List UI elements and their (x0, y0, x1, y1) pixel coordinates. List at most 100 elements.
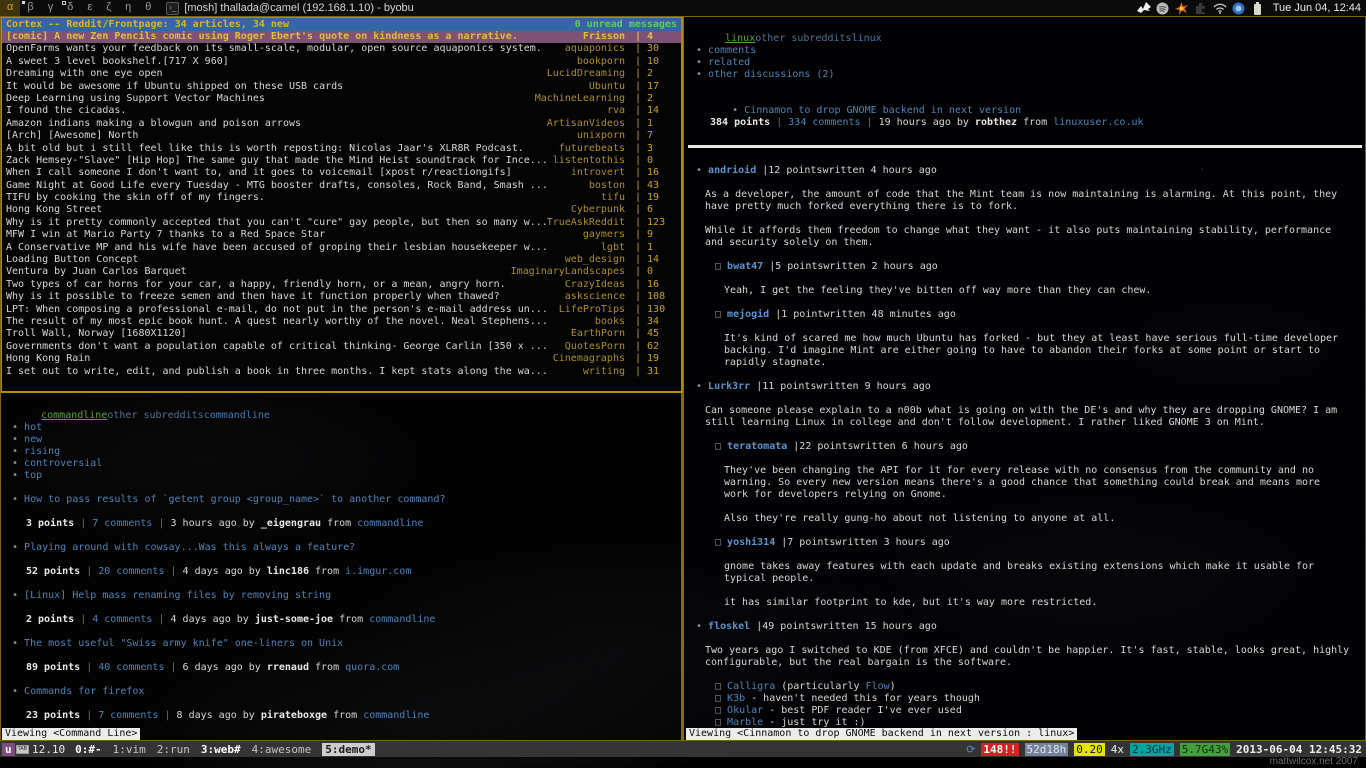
post-domain-link[interactable]: commandline (363, 710, 429, 721)
article-subreddit[interactable]: web_design (565, 254, 635, 266)
article-subreddit[interactable]: LifeProTips (559, 304, 635, 316)
nav-link[interactable]: other discussions (2) (708, 69, 834, 80)
battery-icon[interactable] (1251, 1, 1265, 15)
article-subreddit[interactable]: books (595, 316, 635, 328)
tag-δ[interactable]: δ (60, 0, 80, 16)
subreddit-title[interactable]: commandline (41, 410, 107, 421)
tmux-window-1[interactable]: 1:vim (113, 743, 146, 756)
article-row[interactable]: Two types of car horns for your car, a h… (2, 279, 681, 291)
article-row[interactable]: Loading Button Conceptweb_design| 14 (2, 254, 681, 266)
post-author[interactable]: _eigengrau (261, 518, 321, 529)
article-row[interactable]: Amazon indians making a blowgun and pois… (2, 118, 681, 130)
article-row[interactable]: OpenFarms wants your feedback on its sma… (2, 43, 681, 55)
nav-link[interactable]: related (708, 57, 750, 68)
post-author[interactable]: pirateboxge (261, 710, 327, 721)
tag-α[interactable]: α (0, 0, 20, 16)
tmux-window-5[interactable]: 5:demo* (322, 743, 374, 756)
post-author[interactable]: rrenaud (267, 662, 309, 673)
article-subreddit[interactable]: ArtisanVideos (547, 118, 635, 130)
article-row[interactable]: A bit old but i still feel like this is … (2, 143, 681, 155)
article-subreddit[interactable]: bookporn (577, 56, 635, 68)
article-subreddit[interactable]: Cinemagraphs (553, 353, 635, 365)
post-domain-link[interactable]: quora.com (345, 662, 399, 673)
article-row[interactable]: Troll Wall, Norway [1680X1120]EarthPorn|… (2, 328, 681, 340)
nav-link[interactable]: top (24, 470, 42, 481)
article-subreddit[interactable]: TrueAskReddit (547, 217, 635, 229)
post-title-link[interactable]: [Linux] Help mass renaming files by remo… (24, 590, 331, 601)
article-subreddit[interactable]: LucidDreaming (547, 68, 635, 80)
post-title-link[interactable]: Playing around with cowsay...Was this al… (24, 542, 355, 553)
article-row[interactable]: Why is it pretty commonly accepted that … (2, 217, 681, 229)
spotify-icon[interactable] (1156, 1, 1170, 15)
comment-author[interactable]: yoshi314 (727, 537, 775, 548)
article-subreddit[interactable]: gaymers (583, 229, 635, 241)
article-row[interactable]: Why is it possible to freeze semen and t… (2, 291, 681, 303)
tag-γ[interactable]: γ (41, 0, 61, 16)
app-link[interactable]: Flow (866, 681, 890, 692)
article-subreddit[interactable]: writing (583, 366, 635, 378)
app-link[interactable]: Okular (727, 705, 763, 716)
article-row[interactable]: Zack Hemsey-"Slave" [Hip Hop] The same g… (2, 155, 681, 167)
article-row[interactable]: TIFU by cooking the skin off of my finge… (2, 192, 681, 204)
post-domain-link[interactable]: commandline (369, 614, 435, 625)
article-subreddit[interactable]: Ubuntu (589, 81, 635, 93)
article-subreddit[interactable]: QuotesPorn (565, 341, 635, 353)
comment-author[interactable]: Lurk3rr (708, 381, 750, 392)
article-subreddit[interactable]: futurebeats (559, 143, 635, 155)
article-subreddit[interactable]: introvert (571, 167, 635, 179)
status-circle-icon[interactable] (1232, 1, 1246, 15)
other-subreddits-link[interactable]: other subreddits (755, 33, 851, 44)
article-subreddit[interactable]: boston (589, 180, 635, 192)
post-author[interactable]: just-some-joe (255, 614, 333, 625)
app-link[interactable]: Marble (727, 717, 763, 728)
tag-η[interactable]: η (118, 0, 138, 16)
nav-link[interactable]: controversial (24, 458, 102, 469)
post-domain-link[interactable]: commandline (357, 518, 423, 529)
burst-icon[interactable] (1175, 1, 1189, 15)
subreddit-link[interactable]: commandline (204, 410, 270, 421)
article-subreddit[interactable]: Cyberpunk (571, 204, 635, 216)
tag-β[interactable]: β (20, 0, 40, 16)
linux-comments-pane[interactable]: linuxother subredditslinux • comments• r… (683, 16, 1366, 741)
tmux-window-0[interactable]: 0:#- (75, 743, 102, 756)
article-subreddit[interactable]: unixporn (577, 130, 635, 142)
article-row[interactable]: It would be awesome if Ubuntu shipped on… (2, 81, 681, 93)
nav-link[interactable]: rising (24, 446, 60, 457)
tmux-window-2[interactable]: 2:run (157, 743, 190, 756)
tag-θ[interactable]: θ (138, 0, 158, 16)
puzzle-icon[interactable] (1194, 1, 1208, 15)
subreddit-title[interactable]: linux (725, 33, 755, 44)
article-subreddit[interactable]: Frisson (583, 31, 635, 43)
comment-author[interactable]: teratomata (727, 441, 787, 452)
article-row[interactable]: [Arch] [Awesome] Northunixporn| 7 (2, 130, 681, 142)
article-subreddit[interactable]: ImaginaryLandscapes (511, 266, 635, 278)
wifi-icon[interactable] (1213, 1, 1227, 15)
article-row[interactable]: Game Night at Good Life every Tuesday - … (2, 180, 681, 192)
tag-ζ[interactable]: ζ (99, 0, 118, 16)
post-author[interactable]: robthez (975, 117, 1017, 128)
article-subreddit[interactable]: listentothis (553, 155, 635, 167)
window-title[interactable]: [mosh] thallada@camel (192.168.1.10) - b… (184, 2, 1128, 14)
tag-ε[interactable]: ε (80, 0, 99, 16)
article-subreddit[interactable]: askscience (565, 291, 635, 303)
article-row[interactable]: The result of my most epic book hunt. A … (2, 316, 681, 328)
other-subreddits-link[interactable]: other subreddits (107, 410, 203, 421)
article-row[interactable]: A Conservative MP and his wife have been… (2, 242, 681, 254)
post-domain-link[interactable]: i.imgur.com (345, 566, 411, 577)
article-row[interactable]: Hong Kong StreetCyberpunk| 6 (2, 204, 681, 216)
article-row[interactable]: A sweet 3 level bookshelf.[717 X 960]boo… (2, 56, 681, 68)
post-title-link[interactable]: The most useful "Swiss army knife" one-l… (24, 638, 343, 649)
commandline-subreddit-pane[interactable]: commandlineother subredditscommandline •… (0, 393, 683, 741)
article-row[interactable]: Hong Kong RainCinemagraphs| 19 (2, 353, 681, 365)
article-row[interactable]: When I call someone I don't want to, and… (2, 167, 681, 179)
tmux-window-3[interactable]: 3:web# (201, 743, 241, 756)
post-author[interactable]: linc186 (267, 566, 309, 577)
article-row[interactable]: Ventura by Juan Carlos BarquetImaginaryL… (2, 266, 681, 278)
article-subreddit[interactable]: aquaponics (565, 43, 635, 55)
article-subreddit[interactable]: MachineLearning (535, 93, 635, 105)
tmux-window-4[interactable]: 4:awesome (252, 743, 312, 756)
post-title-link[interactable]: Commands for firefox (24, 686, 144, 697)
article-subreddit[interactable]: CrazyIdeas (565, 279, 635, 291)
post-comments-link[interactable]: 334 comments (788, 117, 860, 128)
terminal-icon[interactable]: ›_ (166, 2, 179, 15)
